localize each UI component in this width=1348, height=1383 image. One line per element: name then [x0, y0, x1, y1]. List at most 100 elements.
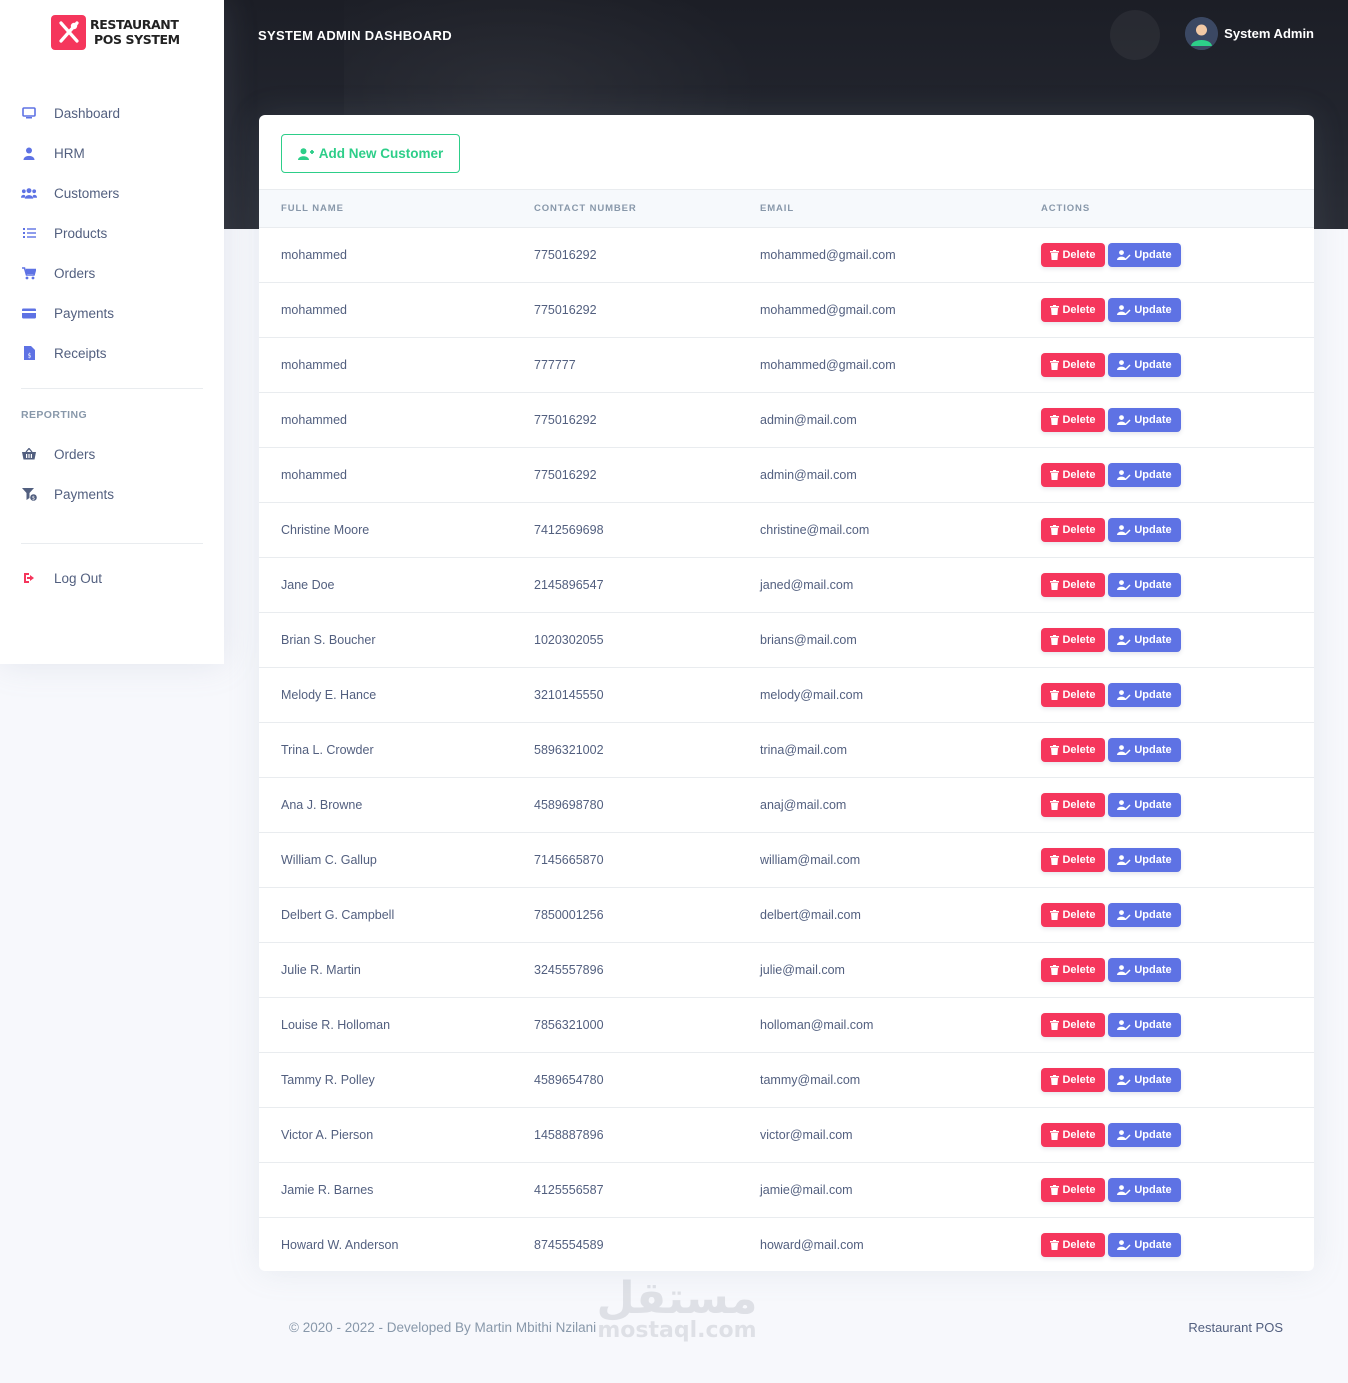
- update-button[interactable]: Update: [1108, 847, 1181, 872]
- delete-button[interactable]: Delete: [1041, 957, 1105, 982]
- cell-full-name: mohammed: [281, 412, 347, 427]
- cell-email: admin@mail.com: [760, 412, 857, 427]
- update-button[interactable]: Update: [1108, 352, 1181, 377]
- update-button[interactable]: Update: [1108, 462, 1181, 487]
- cell-full-name: Tammy R. Polley: [281, 1072, 375, 1087]
- user-edit-icon: [1117, 469, 1131, 480]
- cart-icon: [21, 265, 37, 281]
- cell-actions: Delete Update: [1041, 502, 1314, 557]
- logout-button[interactable]: Log Out: [0, 558, 224, 598]
- cell-full-name: Julie R. Martin: [281, 962, 361, 977]
- update-button[interactable]: Update: [1108, 902, 1181, 927]
- user-edit-icon: [1117, 799, 1131, 810]
- update-button[interactable]: Update: [1108, 517, 1181, 542]
- cell-contact-number: 7856321000: [534, 1017, 604, 1032]
- delete-button[interactable]: Delete: [1041, 627, 1105, 652]
- footer-copyright: © 2020 - 2022 - Developed By Martin Mbit…: [289, 1320, 597, 1335]
- user-edit-icon: [1117, 854, 1131, 865]
- cell-contact-number: 4589654780: [534, 1072, 604, 1087]
- table-row: mohammed 775016292 admin@mail.com Delete…: [259, 392, 1314, 447]
- delete-button[interactable]: Delete: [1041, 682, 1105, 707]
- delete-button[interactable]: Delete: [1041, 847, 1105, 872]
- update-button[interactable]: Update: [1108, 1122, 1181, 1147]
- delete-button[interactable]: Delete: [1041, 407, 1105, 432]
- cell-full-name: mohammed: [281, 357, 347, 372]
- update-button[interactable]: Update: [1108, 1067, 1181, 1092]
- delete-button[interactable]: Delete: [1041, 1067, 1105, 1092]
- avatar: [1185, 17, 1219, 50]
- table-row: Ana J. Browne 4589698780 anaj@mail.com D…: [259, 777, 1314, 832]
- sidebar-item-label: Payments: [54, 486, 115, 502]
- update-button[interactable]: Update: [1108, 792, 1181, 817]
- delete-button[interactable]: Delete: [1041, 242, 1105, 267]
- update-button[interactable]: Update: [1108, 1012, 1181, 1037]
- update-button[interactable]: Update: [1108, 1232, 1181, 1257]
- user-edit-icon: [1117, 964, 1131, 975]
- update-button[interactable]: Update: [1108, 627, 1181, 652]
- watermark-arabic: مستقل: [596, 1273, 758, 1324]
- sidebar-item-payments[interactable]: Payments: [0, 293, 224, 333]
- delete-button[interactable]: Delete: [1041, 902, 1105, 927]
- basket-icon: [21, 446, 37, 462]
- sidebar-item-customers[interactable]: Customers: [0, 173, 224, 213]
- update-button[interactable]: Update: [1108, 957, 1181, 982]
- trash-icon: [1050, 854, 1060, 865]
- cell-full-name: Jamie R. Barnes: [281, 1182, 374, 1197]
- sidebar-divider: [21, 388, 203, 389]
- delete-button[interactable]: Delete: [1041, 352, 1105, 377]
- sidebar-item-hrm[interactable]: HRM: [0, 133, 224, 173]
- delete-button[interactable]: Delete: [1041, 737, 1105, 762]
- update-button[interactable]: Update: [1108, 297, 1181, 322]
- update-button[interactable]: Update: [1108, 242, 1181, 267]
- delete-button[interactable]: Delete: [1041, 1122, 1105, 1147]
- update-button[interactable]: Update: [1108, 407, 1181, 432]
- delete-button[interactable]: Delete: [1041, 297, 1105, 322]
- trash-icon: [1050, 799, 1060, 810]
- add-customer-button[interactable]: Add New Customer: [281, 134, 460, 173]
- delete-button[interactable]: Delete: [1041, 462, 1105, 487]
- sidebar-item-receipts[interactable]: $ Receipts: [0, 333, 224, 373]
- user-edit-icon: [1117, 1239, 1131, 1250]
- table-row: Julie R. Martin 3245557896 julie@mail.co…: [259, 942, 1314, 997]
- cell-full-name: mohammed: [281, 302, 347, 317]
- cell-email: janed@mail.com: [760, 577, 854, 592]
- cell-full-name: Howard W. Anderson: [281, 1237, 399, 1252]
- svg-text:$: $: [27, 353, 31, 360]
- cell-actions: Delete Update: [1041, 777, 1314, 832]
- update-button[interactable]: Update: [1108, 1177, 1181, 1202]
- customers-card: Add New Customer FULL NAME CONTACT NUMBE…: [259, 115, 1314, 1271]
- cell-email: delbert@mail.com: [760, 907, 861, 922]
- cell-actions: Delete Update: [1041, 997, 1314, 1052]
- update-button[interactable]: Update: [1108, 572, 1181, 597]
- sidebar-item-orders[interactable]: Orders: [0, 253, 224, 293]
- trash-icon: [1050, 1239, 1060, 1250]
- delete-button[interactable]: Delete: [1041, 1012, 1105, 1037]
- cell-contact-number: 2145896547: [534, 577, 604, 592]
- delete-button[interactable]: Delete: [1041, 1177, 1105, 1202]
- delete-button[interactable]: Delete: [1041, 1232, 1105, 1257]
- delete-button[interactable]: Delete: [1041, 517, 1105, 542]
- sidebar-item-dashboard[interactable]: Dashboard: [0, 93, 224, 133]
- cell-email: howard@mail.com: [760, 1237, 864, 1252]
- column-header-full-name[interactable]: FULL NAME: [259, 190, 534, 228]
- cell-contact-number: 8745554589: [534, 1237, 604, 1252]
- logout-nav: Log Out: [0, 558, 224, 598]
- footer-brand-link[interactable]: Restaurant POS: [1188, 1320, 1283, 1335]
- reporting-heading: REPORTING: [21, 409, 88, 421]
- sidebar-item-products[interactable]: Products: [0, 213, 224, 253]
- sidebar-item-label: Products: [54, 225, 108, 241]
- cell-email: melody@mail.com: [760, 687, 863, 702]
- update-button[interactable]: Update: [1108, 737, 1181, 762]
- column-header-contact-number[interactable]: CONTACT NUMBER: [534, 190, 760, 228]
- app-logo[interactable]: RESTAURANT POS SYSTEM: [51, 14, 181, 50]
- reporting-item-payments[interactable]: $ Payments: [0, 474, 224, 514]
- delete-button[interactable]: Delete: [1041, 792, 1105, 817]
- delete-button[interactable]: Delete: [1041, 572, 1105, 597]
- table-row: mohammed 777777 mohammed@gmail.com Delet…: [259, 337, 1314, 392]
- reporting-item-orders[interactable]: Orders: [0, 434, 224, 474]
- user-menu[interactable]: System Admin: [1185, 17, 1314, 50]
- table-row: Howard W. Anderson 8745554589 howard@mai…: [259, 1217, 1314, 1271]
- column-header-email[interactable]: EMAIL: [760, 190, 1041, 228]
- trash-icon: [1050, 304, 1060, 315]
- update-button[interactable]: Update: [1108, 682, 1181, 707]
